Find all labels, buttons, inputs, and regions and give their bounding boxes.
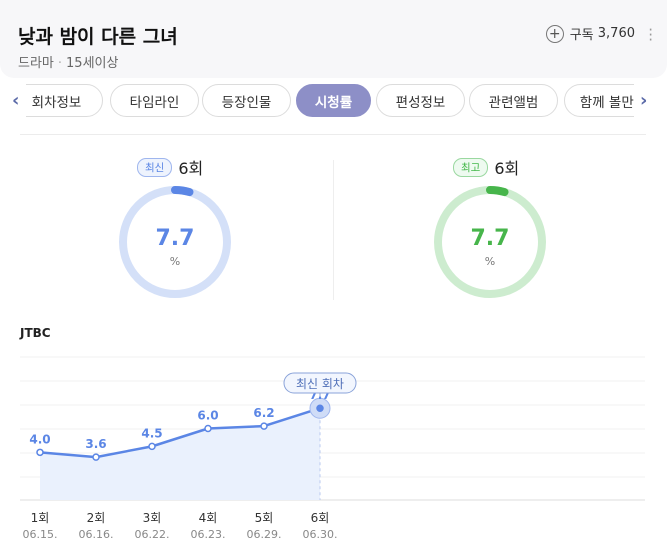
- chevron-right-icon[interactable]: ›: [640, 90, 647, 111]
- x-tick-label: 1회: [31, 511, 50, 525]
- data-point: [148, 442, 156, 451]
- subscribe-label: 구독: [569, 28, 594, 43]
- latest-rating-value: 7.7: [155, 226, 195, 251]
- tab-albums[interactable]: 관련앨범: [469, 84, 558, 117]
- meta-separator: ·: [57, 56, 63, 71]
- program-title: 낮과 밤이 다른 그녀: [18, 26, 178, 48]
- tab-list: 회차정보 타임라인 등장인물 시청률 편성정보 관련앨범 함께 볼만한: [26, 82, 634, 120]
- x-date-label: 06.22.: [135, 528, 170, 541]
- data-label: 6.0: [197, 409, 218, 423]
- section-divider: [20, 134, 646, 135]
- data-point: [316, 404, 324, 412]
- highest-rating-header: 최고 6회: [453, 155, 519, 179]
- chevron-left-icon[interactable]: ‹: [12, 90, 19, 111]
- tab-label: 시청률: [314, 94, 353, 111]
- x-date-label: 06.15.: [23, 528, 58, 541]
- subscribe-button[interactable]: + 구독 3,760: [545, 24, 635, 43]
- tab-characters[interactable]: 등장인물: [202, 84, 291, 117]
- highest-rating-value: 7.7: [470, 226, 510, 251]
- ratings-line-chart: 4.0 1회 06.15. 3.6 2회 06.16. 4.5 3회 06.22. 6.0 4회 06…: [20, 356, 645, 541]
- tab-label: 함께 볼만한: [579, 94, 634, 111]
- subscribe-count: 3,760: [597, 26, 635, 41]
- x-tick-label: 4회: [199, 511, 218, 525]
- latest-rating-header: 최신 6회: [137, 155, 203, 179]
- data-point: [204, 424, 212, 433]
- x-date-label: 06.23.: [191, 528, 226, 541]
- program-header: 낮과 밤이 다른 그녀 드라마 · 15세이상 + 구독 3,760 · · ·: [0, 0, 667, 78]
- tab-timeline[interactable]: 타임라인: [110, 84, 199, 117]
- highest-episode: 6회: [494, 159, 520, 178]
- x-tick-label: 2회: [87, 511, 106, 525]
- tab-label: 등장인물: [221, 94, 272, 111]
- tab-label: 타임라인: [129, 94, 180, 111]
- x-tick-label: 3회: [143, 511, 162, 525]
- channel-label: JTBC: [20, 326, 51, 340]
- latest-episode-callout-label: 최신 회차: [296, 377, 344, 391]
- tab-label: 편성정보: [395, 94, 446, 111]
- latest-episode: 6회: [178, 159, 204, 178]
- data-label: 3.6: [85, 437, 106, 451]
- genre-label: 드라마: [18, 56, 54, 71]
- data-point: [36, 448, 44, 457]
- tab-recommended[interactable]: 함께 볼만한: [564, 84, 634, 117]
- tab-schedule[interactable]: 편성정보: [376, 84, 465, 117]
- tab-ratings[interactable]: 시청률: [296, 84, 371, 117]
- tab-bar: ‹ 회차정보 타임라인 등장인물 시청률 편성정보 관련앨범 함께 볼만한 ›: [0, 82, 667, 120]
- tab-episode-info[interactable]: 회차정보: [26, 84, 103, 117]
- data-label: 4.0: [29, 432, 50, 446]
- data-label: 6.2: [253, 406, 274, 420]
- plus-icon: +: [545, 24, 564, 43]
- data-point: [92, 453, 100, 461]
- highest-badge: 최고: [453, 157, 489, 177]
- x-date-label: 06.30.: [303, 528, 338, 541]
- age-rating-label: 15세이상: [66, 56, 119, 71]
- data-point: [260, 422, 268, 430]
- more-options-icon[interactable]: · · ·: [648, 23, 653, 48]
- latest-rating-gauge: 7.7 %: [117, 184, 233, 300]
- x-tick-label: 5회: [255, 511, 274, 525]
- x-date-label: 06.16.: [79, 528, 114, 541]
- program-meta: 드라마 · 15세이상: [18, 52, 118, 71]
- latest-rating-unit: %: [169, 255, 181, 268]
- data-label: 4.5: [141, 426, 162, 440]
- tab-label: 회차정보: [31, 94, 82, 111]
- highest-rating-unit: %: [484, 255, 496, 268]
- x-date-label: 06.29.: [247, 528, 282, 541]
- latest-badge: 최신: [137, 157, 173, 177]
- highest-rating-gauge: 7.7 %: [432, 184, 548, 300]
- tab-label: 관련앨범: [488, 94, 539, 111]
- gauge-divider: [333, 160, 334, 300]
- x-tick-label: 6회: [311, 511, 330, 525]
